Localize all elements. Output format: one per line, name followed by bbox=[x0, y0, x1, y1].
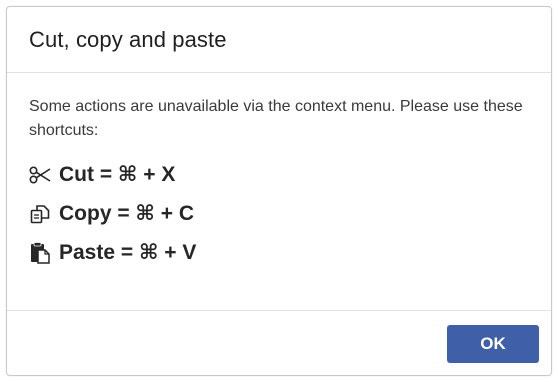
shortcut-cut: Cut = ⌘ + X bbox=[29, 155, 529, 194]
dialog-footer: OK bbox=[7, 309, 551, 375]
ok-button[interactable]: OK bbox=[447, 325, 539, 363]
scissors-icon bbox=[29, 164, 51, 186]
copy-icon bbox=[29, 203, 51, 225]
dialog-header: Cut, copy and paste bbox=[7, 7, 551, 73]
shortcut-copy: Copy = ⌘ + C bbox=[29, 194, 529, 233]
shortcut-paste: Paste = ⌘ + V bbox=[29, 233, 529, 272]
shortcut-dialog: Cut, copy and paste Some actions are una… bbox=[6, 6, 552, 376]
shortcut-copy-label: Copy = ⌘ + C bbox=[59, 202, 195, 225]
dialog-body: Some actions are unavailable via the con… bbox=[7, 73, 551, 311]
shortcut-cut-label: Cut = ⌘ + X bbox=[59, 163, 176, 186]
shortcut-paste-label: Paste = ⌘ + V bbox=[59, 241, 197, 264]
paste-icon bbox=[29, 241, 51, 264]
dialog-title: Cut, copy and paste bbox=[29, 26, 227, 52]
dialog-message: Some actions are unavailable via the con… bbox=[29, 98, 523, 139]
